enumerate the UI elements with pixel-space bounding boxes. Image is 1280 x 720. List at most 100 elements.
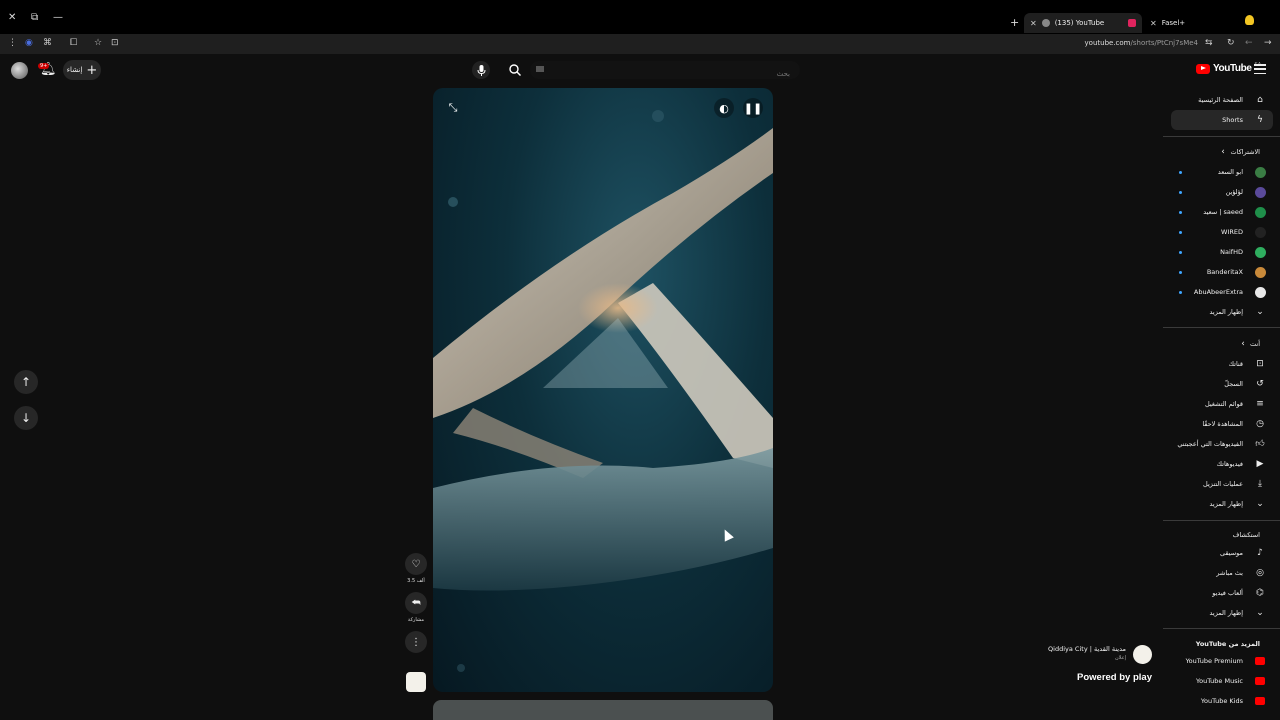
sidebar-item-playlists[interactable]: قوائم التشغيل ≡ [1163,394,1273,414]
section-title-prefix: المزيد من [1228,640,1260,648]
sidebar-item-label: AbuAbeerExtra [1193,288,1243,296]
sidebar-item-youtube-app[interactable]: YouTube Premium [1163,651,1273,671]
sidebar-item-label: ابو السعد [1217,168,1243,176]
more-options-button[interactable]: ⋮ [405,631,427,653]
sidebar-item-downloads[interactable]: عمليات التنزيل ⤓ [1163,474,1273,494]
menu-kebab-icon[interactable]: ⋮ [8,38,17,48]
sidebar-item-label: YouTube Music [1196,677,1243,685]
sidebar-item-subscription[interactable]: لؤلؤين [1163,182,1273,202]
close-tab-icon[interactable]: ✕ [1030,19,1037,28]
forward-icon[interactable]: ← [1245,38,1253,48]
sidebar-item-label: ألعاب فيديو [1212,589,1243,597]
voice-search-button[interactable] [472,61,490,79]
subscriptions-header[interactable]: الاشتراكات › [1163,142,1273,162]
next-short-button[interactable]: ↓ [14,406,38,430]
site-settings-icon[interactable]: ⇆ [1205,38,1213,48]
section-title: أنت [1250,340,1260,348]
expand-icon: ⤡ [448,101,458,114]
sidebar-item-music[interactable]: موسيقى ♪ [1163,543,1273,563]
mute-button[interactable]: ◐ [714,98,734,118]
sidebar-item-label: YouTube Premium [1185,657,1243,665]
sidebar-item-your-channel[interactable]: قناتك ⊡ [1163,354,1273,374]
sidebar-item-subscription[interactable]: AbuAbeerExtra [1163,282,1273,302]
new-content-dot [1179,170,1182,174]
minimize-window-icon[interactable]: — [53,12,63,23]
short-video-player[interactable]: ⤡ ◐ ❚❚ [433,88,773,692]
chevron-down-icon: ⌄ [1256,499,1264,509]
guide-menu-icon[interactable] [1254,64,1266,74]
sidebar-item-label: عمليات التنزيل [1203,480,1243,488]
restore-window-icon[interactable]: ⧉ [31,12,38,23]
new-content-dot [1179,190,1182,194]
sidebar-item-shorts[interactable]: Shorts ϟ [1171,110,1273,130]
tab-fasel[interactable]: ✕ Fasel+ [1144,14,1224,32]
sidebar-item-label: فيديوهاتك [1216,460,1243,468]
like-button[interactable]: ♡ [405,553,427,575]
sidebar-item-home[interactable]: الصفحة الرئيسية ⌂ [1163,90,1273,110]
chevron-down-icon: ⌄ [1256,608,1264,618]
short-actions: ♡ 3.5 ألف ⮪ مشاركة ⋮ [404,553,428,692]
extension-icon[interactable]: ◉ [25,38,33,48]
channel-avatar [1254,266,1266,278]
url-host: youtube.com [1084,39,1131,47]
sidebar-item-liked-videos[interactable]: الفيديوهات التي أعجبتني 👍︎ [1163,434,1273,454]
search-button[interactable] [506,61,524,79]
promo-channel-logo[interactable] [1133,645,1152,664]
search-input[interactable] [530,65,800,83]
channel-avatar [1254,286,1266,298]
subscriptions-show-more[interactable]: إظهار المزيد ⌄ [1163,302,1273,322]
close-tab-icon[interactable]: ✕ [1150,19,1157,28]
bookmark-star-icon[interactable]: ☆ [94,38,102,48]
sidebar-item-chevron-down[interactable]: إظهار المزيد ⌄ [1163,494,1273,514]
video-frame [433,110,773,672]
youtube-logo[interactable]: YouTube SA [1196,62,1261,74]
sidebar-item-watch-later[interactable]: المشاهدة لاحقًا ◷ [1163,414,1273,434]
likes-count: 3.5 ألف [407,578,425,584]
sidebar-item-subscription[interactable]: WIRED [1163,222,1273,242]
close-window-icon[interactable]: ✕ [8,12,16,23]
create-button[interactable]: إنشاء + [63,60,101,80]
next-short-preview[interactable] [433,700,773,720]
channel-avatar [1254,166,1266,178]
sidebar-item-your-videos[interactable]: فيديوهاتك ▶ [1163,454,1273,474]
url-text[interactable]: youtube.com/shorts/PtCnj7sMe4 [1085,39,1198,47]
music-icon: ♪ [1257,548,1263,558]
microphone-icon [477,64,485,76]
new-tab-icon[interactable]: + [1010,16,1019,29]
back-icon[interactable]: → [1264,38,1272,48]
pause-icon: ❚❚ [743,101,763,115]
notification-badge: 9+ [38,63,50,69]
tab-youtube[interactable]: ✕ (135) YouTube [1024,13,1142,33]
extensions-puzzle-icon[interactable]: ⧠ [70,38,77,48]
watch-later-icon: ◷ [1256,419,1264,429]
sidebar-item-subscription[interactable]: saeed | سعيد [1163,202,1273,222]
install-app-icon[interactable]: ⊡ [111,38,119,48]
sidebar-item-youtube-app[interactable]: YouTube Music [1163,671,1273,691]
chevron-right-icon: › [1221,147,1225,157]
search-field[interactable] [530,61,800,83]
explore-header: استكشاف [1163,525,1273,545]
lightbulb-icon[interactable] [1245,15,1254,25]
sidebar-item-subscription[interactable]: ابو السعد [1163,162,1273,182]
share-button[interactable]: ⮪ [405,592,427,614]
sidebar-item-subscription[interactable]: NaifHD [1163,242,1273,262]
keyboard-icon[interactable] [536,66,544,72]
channel-thumbnail[interactable] [406,672,426,692]
sidebar-item-label: Shorts [1222,116,1243,124]
fullscreen-button[interactable]: ⤡ [443,98,463,118]
heart-icon: ♡ [411,558,421,570]
pause-button[interactable]: ❚❚ [743,98,763,118]
sidebar-item-gaming[interactable]: ألعاب فيديو ⌬ [1163,583,1273,603]
previous-short-button[interactable]: ↑ [14,370,38,394]
reload-icon[interactable]: ↻ [1227,38,1235,48]
arrow-down-icon: ↓ [20,411,32,425]
sidebar-item-subscription[interactable]: BanderitaX [1163,262,1273,282]
sidebar-item-youtube-app[interactable]: YouTube Kids [1163,691,1273,711]
sidebar-item-chevron-down[interactable]: إظهار المزيد ⌄ [1163,603,1273,623]
extension-icon[interactable]: ⌘ [43,38,52,48]
sidebar-item-history[interactable]: السجلّ ↺ [1163,374,1273,394]
account-avatar[interactable] [11,62,28,79]
sidebar-item-live[interactable]: بث مباشر ◎ [1163,563,1273,583]
promo-channel-name[interactable]: Qiddiya City | مدينة القدية [1048,645,1126,653]
you-header[interactable]: أنت › [1163,334,1273,354]
